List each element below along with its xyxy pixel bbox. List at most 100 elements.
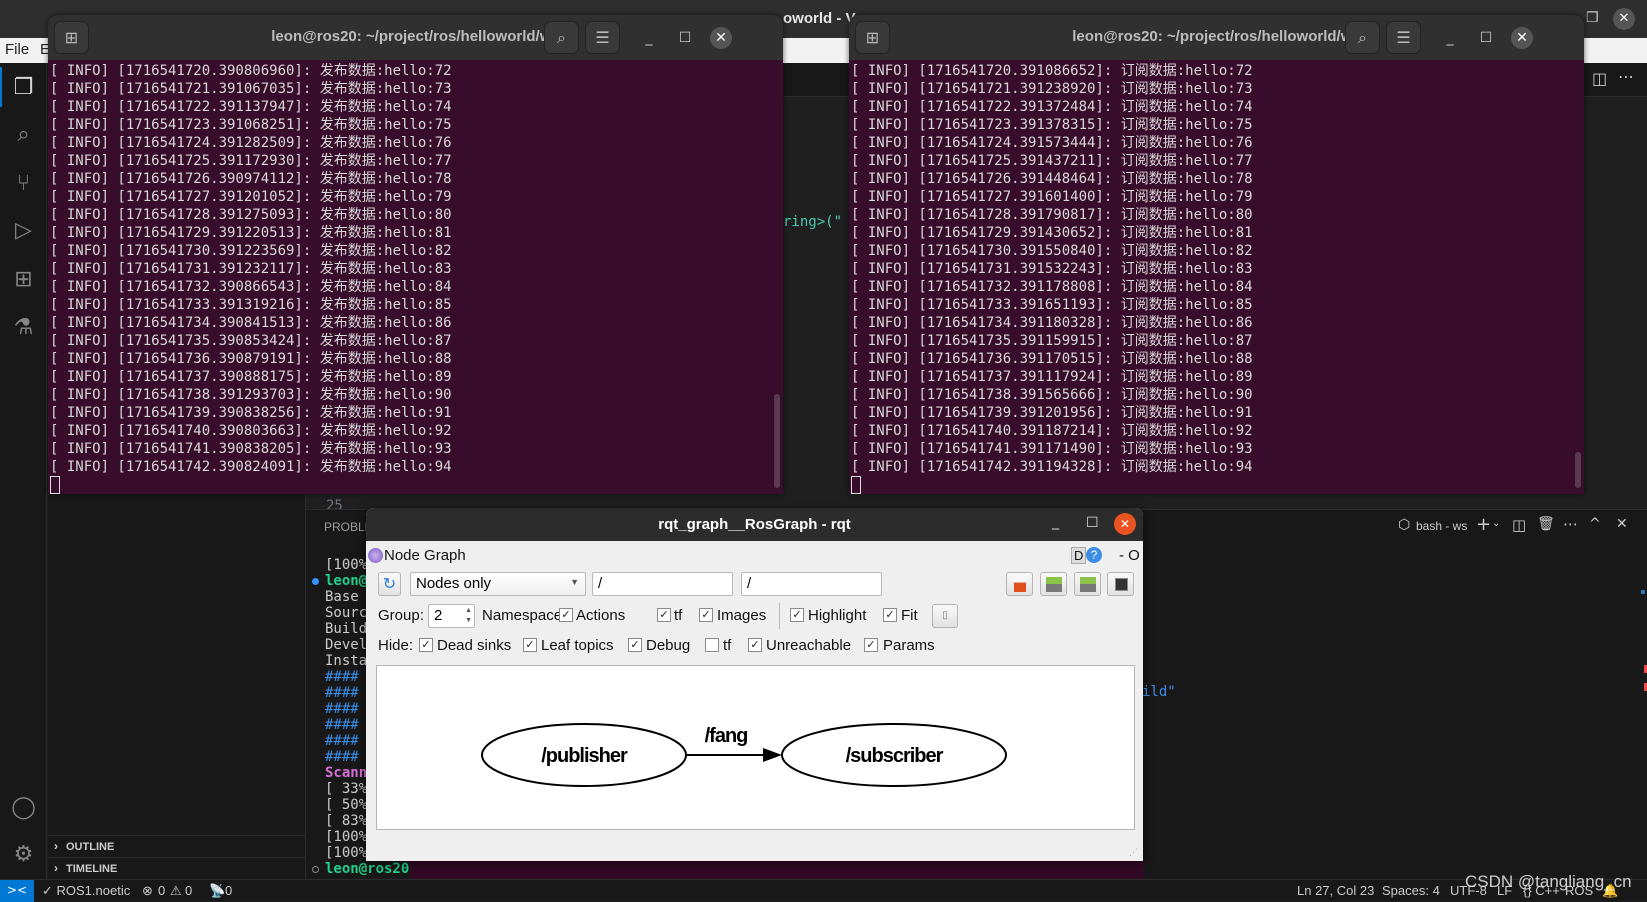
maximize-icon[interactable]: ☐ <box>1086 515 1099 531</box>
hamburger-menu-icon[interactable]: ☰ <box>585 21 620 54</box>
maximize-panel-icon[interactable]: ^ <box>1589 516 1601 532</box>
search-icon[interactable]: ⌕ <box>0 114 47 154</box>
command-success-dot-icon[interactable] <box>312 578 319 585</box>
minimize-icon[interactable]: _ <box>1439 27 1461 49</box>
ros-status[interactable]: ✓ ROS1.noetic <box>42 883 130 899</box>
close-icon[interactable]: ✕ <box>1613 8 1635 30</box>
trash-icon[interactable]: 🗑 <box>1537 516 1555 532</box>
split-editor-icon[interactable]: ◫ <box>1592 69 1607 88</box>
save-image-button[interactable] <box>1107 572 1134 596</box>
watermark: CSDN @tangliang_cn <box>1465 872 1632 891</box>
more-actions-icon[interactable]: ⋯ <box>1618 67 1634 86</box>
maximize-icon[interactable]: ☐ <box>674 27 696 49</box>
chevron-down-icon[interactable]: ⌄ <box>1492 518 1500 529</box>
group-label: Group: <box>378 607 424 624</box>
timeline-label: TIMELINE <box>66 863 118 875</box>
panel-terminal-line: #### <box>325 733 359 749</box>
checkbox-tf[interactable]: ✓ <box>657 608 671 622</box>
minimize-icon[interactable]: _ <box>638 27 660 49</box>
terminal-fragment: ild" <box>1142 684 1176 700</box>
terminal-line: [ INFO] [1716541729.391430652]: 订阅数据:hel… <box>851 225 1253 241</box>
terminal-line: [ INFO] [1716541730.391550840]: 订阅数据:hel… <box>851 243 1253 259</box>
warning-count[interactable]: 0 <box>185 883 192 898</box>
timeline-section[interactable]: › TIMELINE <box>48 857 305 879</box>
fit-in-view-button[interactable]: ▯ <box>932 604 958 628</box>
outline-section[interactable]: › OUTLINE <box>48 835 305 857</box>
refresh-button[interactable]: ↻ <box>378 572 401 596</box>
save-svg-button[interactable] <box>1074 572 1101 596</box>
graph-mode-select[interactable]: Nodes only ▼ <box>410 572 586 596</box>
namespace-filter-input[interactable]: / <box>592 572 733 596</box>
hamburger-menu-icon[interactable]: ☰ <box>1386 21 1421 54</box>
panel-terminal-line: #### <box>325 669 359 685</box>
error-count[interactable]: 0 <box>158 883 165 898</box>
settings-gear-icon[interactable]: ⚙ <box>0 834 47 874</box>
terminal-line: [ INFO] [1716541742.390824091]: 发布数据:hel… <box>50 459 452 475</box>
terminal-scrollbar[interactable] <box>1575 452 1581 488</box>
close-icon[interactable]: ✕ <box>1511 27 1533 49</box>
search-icon[interactable]: ⌕ <box>544 21 579 54</box>
checkbox-highlight[interactable]: ✓ <box>790 608 804 622</box>
ports-count[interactable]: 0 <box>225 883 232 898</box>
terminal-line: [ INFO] [1716541721.391067035]: 发布数据:hel… <box>50 81 452 97</box>
option-label: Actions <box>576 607 626 624</box>
panel-terminal-line: #### <box>325 701 359 717</box>
terminal-line: [ INFO] [1716541724.391282509]: 发布数据:hel… <box>50 135 452 151</box>
remote-indicator[interactable]: >< <box>0 880 34 902</box>
terminal-scrollbar[interactable] <box>774 394 780 488</box>
close-icon[interactable]: ✕ <box>1114 513 1136 535</box>
checkbox-actions[interactable]: ✓ <box>559 608 573 622</box>
split-terminal-icon[interactable]: ◫ <box>1512 516 1526 534</box>
restore-icon[interactable]: ❐ <box>1586 10 1599 26</box>
topic-filter-input[interactable]: / <box>741 572 882 596</box>
terminal-title: leon@ros20: ~/project/ros/helloworld/ws <box>271 28 560 45</box>
chevron-right-icon: › <box>54 861 58 875</box>
run-debug-icon[interactable]: ▷ <box>0 210 47 250</box>
terminal-output[interactable]: [ INFO] [1716541720.391086652]: 订阅数据:hel… <box>851 62 1253 494</box>
close-icon[interactable]: ✕ <box>710 27 732 49</box>
source-control-icon[interactable]: ⑂ <box>0 163 47 203</box>
command-pending-circle-icon[interactable] <box>312 866 319 873</box>
hide-checkbox-leaf-topics[interactable]: ✓ <box>523 638 537 652</box>
new-terminal-icon[interactable]: + <box>1476 514 1491 535</box>
group-spinbox[interactable]: 2 ▲ ▼ <box>428 604 475 628</box>
help-icon[interactable]: ? <box>1086 547 1102 563</box>
load-dot-button[interactable] <box>1006 572 1033 596</box>
testing-icon[interactable]: ⚗ <box>0 307 47 347</box>
hide-checkbox-debug[interactable]: ✓ <box>628 638 642 652</box>
terminal-line: [ INFO] [1716541726.390974112]: 发布数据:hel… <box>50 171 452 187</box>
panel-terminal-line: Insta <box>325 653 368 669</box>
minimize-icon[interactable]: _ <box>1052 514 1059 530</box>
panel-terminal-line: leon@ <box>325 573 368 589</box>
terminal-line: [ INFO] [1716541738.391565666]: 订阅数据:hel… <box>851 387 1253 403</box>
spin-arrows-icon[interactable]: ▲ ▼ <box>465 606 472 626</box>
terminal-line: [ INFO] [1716541733.391319216]: 发布数据:hel… <box>50 297 452 313</box>
cursor-position[interactable]: Ln 27, Col 23 <box>1297 883 1374 898</box>
search-icon[interactable]: ⌕ <box>1345 21 1380 54</box>
hide-checkbox-params[interactable]: ✓ <box>864 638 878 652</box>
dock-button[interactable]: D <box>1071 547 1087 564</box>
checkbox-fit[interactable]: ✓ <box>883 608 897 622</box>
resize-grip[interactable]: ⋰ <box>1129 848 1138 858</box>
close-panel-icon[interactable]: ✕ <box>1616 516 1628 532</box>
plugin-window-controls[interactable]: - O <box>1119 547 1140 564</box>
hide-checkbox-tf[interactable] <box>705 638 719 652</box>
hide-checkbox-dead-sinks[interactable]: ✓ <box>419 638 433 652</box>
indentation[interactable]: Spaces: 4 <box>1382 883 1440 898</box>
outline-label: OUTLINE <box>66 841 115 853</box>
more-icon[interactable]: ⋯ <box>1563 515 1578 533</box>
account-icon[interactable]: ◯ <box>0 787 47 827</box>
extensions-icon[interactable]: ⊞ <box>0 259 47 299</box>
rqt-window-title: rqt_graph__RosGraph - rqt <box>658 516 851 533</box>
terminal-line: [ INFO] [1716541739.390838256]: 发布数据:hel… <box>50 405 452 421</box>
hide-checkbox-unreachable[interactable]: ✓ <box>748 638 762 652</box>
graph-canvas[interactable]: /publisher /subscriber /fang <box>376 665 1135 830</box>
menu-file[interactable]: File <box>5 41 29 58</box>
terminal-name[interactable]: bash - ws <box>1416 519 1467 533</box>
terminal-output[interactable]: [ INFO] [1716541720.390806960]: 发布数据:hel… <box>50 62 452 494</box>
checkbox-images[interactable]: ✓ <box>699 608 713 622</box>
file-icon <box>1014 577 1026 592</box>
save-dot-button[interactable] <box>1040 572 1067 596</box>
maximize-icon[interactable]: ☐ <box>1475 27 1497 49</box>
explorer-icon[interactable]: ❐ <box>0 67 47 107</box>
